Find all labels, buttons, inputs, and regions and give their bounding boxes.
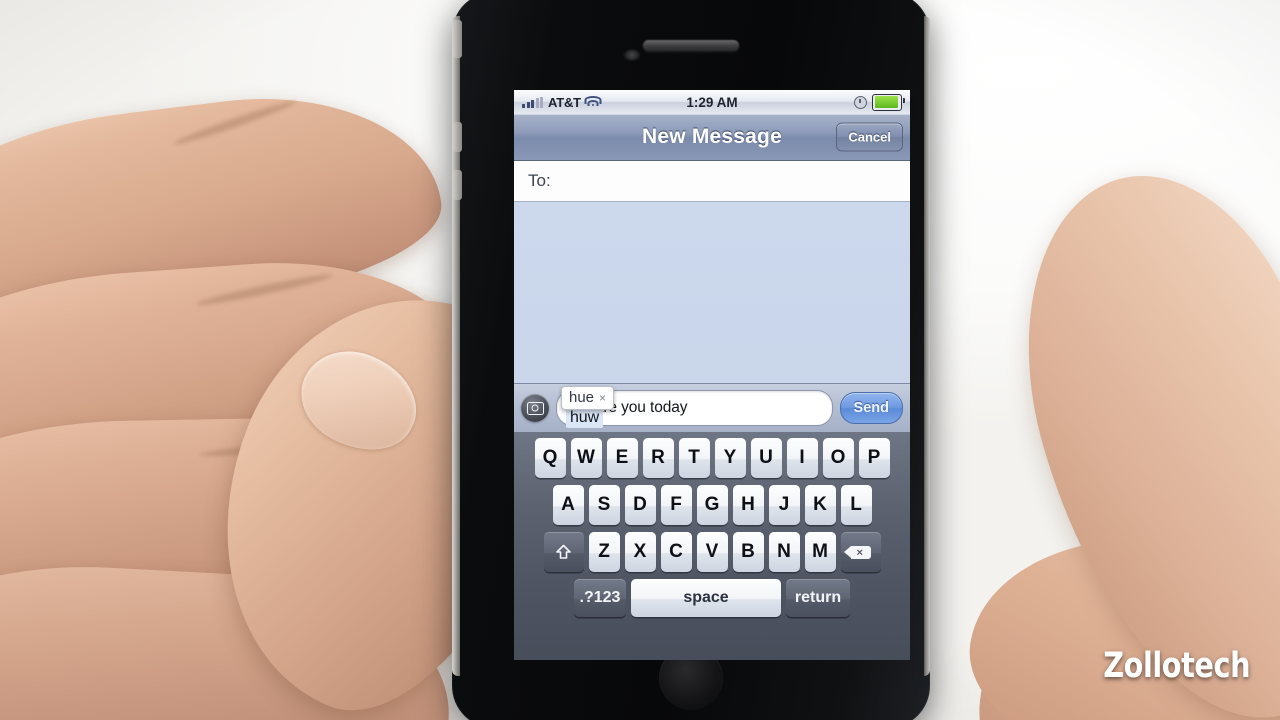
space-key[interactable]: space bbox=[631, 579, 781, 617]
recipient-field[interactable]: To: bbox=[514, 161, 910, 202]
camera-icon[interactable] bbox=[521, 394, 549, 422]
key-z[interactable]: Z bbox=[588, 532, 620, 572]
send-button[interactable]: Send bbox=[839, 392, 903, 424]
keyboard-letters-row-3: ZXCVBNM bbox=[588, 532, 836, 572]
key-f[interactable]: F bbox=[660, 485, 692, 525]
key-d[interactable]: D bbox=[624, 485, 656, 525]
key-y[interactable]: Y bbox=[714, 438, 746, 478]
key-c[interactable]: C bbox=[660, 532, 692, 572]
key-q[interactable]: Q bbox=[534, 438, 566, 478]
key-x[interactable]: X bbox=[624, 532, 656, 572]
navigation-bar: New Message Cancel bbox=[514, 114, 910, 161]
key-m[interactable]: M bbox=[804, 532, 836, 572]
key-s[interactable]: S bbox=[588, 485, 620, 525]
typed-word: huw bbox=[566, 408, 604, 428]
keyboard-row-3: ZXCVBNM × bbox=[517, 532, 907, 572]
front-camera bbox=[624, 50, 640, 60]
compose-bar: ow are you today huw hue × Send bbox=[514, 383, 910, 432]
screenshot-stage: AT&T 1:29 AM New Message Cancel To: ow a… bbox=[0, 0, 1280, 720]
key-k[interactable]: K bbox=[804, 485, 836, 525]
backspace-glyph: × bbox=[843, 545, 871, 559]
key-l[interactable]: L bbox=[840, 485, 872, 525]
phone-screen: AT&T 1:29 AM New Message Cancel To: ow a… bbox=[514, 90, 910, 660]
key-h[interactable]: H bbox=[732, 485, 764, 525]
close-icon[interactable]: × bbox=[599, 391, 606, 405]
earpiece-speaker bbox=[643, 40, 739, 51]
watermark: Zollotech bbox=[1103, 646, 1250, 686]
key-v[interactable]: V bbox=[696, 532, 728, 572]
recipient-label: To: bbox=[528, 171, 551, 190]
volume-down-button[interactable] bbox=[453, 170, 462, 200]
key-t[interactable]: T bbox=[678, 438, 710, 478]
right-hand bbox=[880, 60, 1280, 720]
volume-up-button[interactable] bbox=[453, 122, 462, 152]
keyboard-row-4: .?123 space return bbox=[517, 579, 907, 617]
iphone-device: AT&T 1:29 AM New Message Cancel To: ow a… bbox=[452, 0, 930, 720]
key-j[interactable]: J bbox=[768, 485, 800, 525]
key-w[interactable]: W bbox=[570, 438, 602, 478]
keyboard-row-2: ASDFGHJKL bbox=[517, 485, 907, 525]
key-b[interactable]: B bbox=[732, 532, 764, 572]
key-g[interactable]: G bbox=[696, 485, 728, 525]
cancel-button[interactable]: Cancel bbox=[836, 122, 903, 152]
key-u[interactable]: U bbox=[750, 438, 782, 478]
shift-arrow-glyph bbox=[556, 544, 571, 559]
right-metal-band bbox=[924, 16, 930, 676]
autocorrect-suggestion-popup[interactable]: hue × bbox=[561, 386, 615, 410]
onscreen-keyboard: QWERTYUIOP ASDFGHJKL ZXCVBNM × .?123 spa… bbox=[514, 432, 910, 660]
keyboard-row-1: QWERTYUIOP bbox=[517, 438, 907, 478]
camera-glyph bbox=[526, 401, 544, 415]
status-bar: AT&T 1:29 AM bbox=[514, 90, 910, 114]
page-title: New Message bbox=[642, 125, 782, 148]
return-key[interactable]: return bbox=[786, 579, 850, 617]
battery-icon bbox=[872, 93, 905, 111]
shift-icon[interactable] bbox=[543, 532, 584, 572]
alarm-clock-icon bbox=[854, 95, 867, 109]
status-bar-right bbox=[854, 93, 905, 111]
key-i[interactable]: I bbox=[786, 438, 818, 478]
silent-switch[interactable] bbox=[453, 20, 462, 58]
key-a[interactable]: A bbox=[552, 485, 584, 525]
status-bar-clock: 1:29 AM bbox=[686, 94, 738, 110]
autocorrect-word: hue bbox=[569, 389, 595, 406]
key-o[interactable]: O bbox=[822, 438, 854, 478]
message-input[interactable]: ow are you today huw hue × bbox=[556, 386, 833, 428]
left-metal-band bbox=[452, 16, 460, 676]
key-r[interactable]: R bbox=[642, 438, 674, 478]
numeric-keyboard-button[interactable]: .?123 bbox=[574, 579, 626, 617]
backspace-icon[interactable]: × bbox=[840, 532, 881, 572]
key-p[interactable]: P bbox=[858, 438, 890, 478]
key-n[interactable]: N bbox=[768, 532, 800, 572]
key-e[interactable]: E bbox=[606, 438, 638, 478]
